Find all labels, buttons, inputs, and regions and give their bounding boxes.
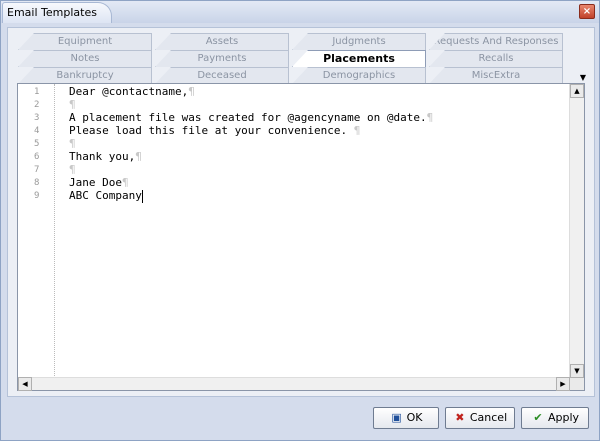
tab-row-1: Equipment Assets Judgments Requests And … <box>18 33 578 50</box>
code-line: ¶ <box>69 98 76 111</box>
line-number: 7 <box>34 165 40 175</box>
tab-requests-and-responses[interactable]: Requests And Responses <box>429 33 563 50</box>
tab-bankruptcy[interactable]: Bankruptcy <box>18 67 152 84</box>
line-number: 9 <box>34 191 40 201</box>
tab-demographics[interactable]: Demographics <box>292 67 426 84</box>
checkmark-icon: ✔ <box>533 411 543 424</box>
code-line: ¶ <box>69 137 76 150</box>
code-line: Thank you,¶ <box>69 150 142 163</box>
apply-button[interactable]: ✔ Apply <box>521 407 589 429</box>
line-number: 1 <box>34 87 40 97</box>
email-templates-window: Email Templates × Equipment Assets Judgm… <box>0 0 600 441</box>
line-number: 2 <box>34 100 40 110</box>
scrollbar-corner <box>570 378 584 390</box>
line-number: 5 <box>34 139 40 149</box>
tab-payments[interactable]: Payments <box>155 50 289 67</box>
template-editor[interactable]: 1 2 3 4 5 6 7 8 9 Dear @contactname,¶ ¶ … <box>17 83 585 391</box>
tab-row-2: Notes Payments Placements Recalls <box>18 50 578 67</box>
save-icon: ▣ <box>391 411 402 424</box>
close-button[interactable]: × <box>579 4 595 19</box>
apply-label: Apply <box>547 411 580 424</box>
tab-deceased[interactable]: Deceased <box>155 67 289 84</box>
cancel-icon: ✖ <box>455 411 465 424</box>
tab-row-3: Bankruptcy Deceased Demographics MiscExt… <box>18 67 578 84</box>
scroll-right-icon[interactable]: ▶ <box>556 377 570 391</box>
scroll-left-icon[interactable]: ◀ <box>18 377 32 391</box>
line-number: 8 <box>34 178 40 188</box>
line-number: 4 <box>34 126 40 136</box>
code-line: ¶ <box>69 163 76 176</box>
tab-notes[interactable]: Notes <box>18 50 152 67</box>
tab-equipment[interactable]: Equipment <box>18 33 152 50</box>
tab-assets[interactable]: Assets <box>155 33 289 50</box>
tab-placements[interactable]: Placements <box>292 50 426 67</box>
horizontal-scrollbar[interactable]: ◀ ▶ <box>18 377 570 391</box>
code-line: Jane Doe¶ <box>69 176 129 189</box>
tab-recalls[interactable]: Recalls <box>429 50 563 67</box>
line-number-gutter: 1 2 3 4 5 6 7 8 9 <box>18 84 55 378</box>
scroll-down-icon[interactable]: ▼ <box>570 364 584 378</box>
window-title: Email Templates <box>2 2 112 23</box>
ok-label: OK <box>406 411 423 424</box>
tab-miscextra[interactable]: MiscExtra <box>429 67 563 84</box>
vertical-scrollbar[interactable]: ▲ ▼ <box>569 84 584 378</box>
cancel-button[interactable]: ✖ Cancel <box>445 407 515 429</box>
tab-judgments[interactable]: Judgments <box>292 33 426 50</box>
ok-button[interactable]: ▣ OK <box>373 407 439 429</box>
line-number: 6 <box>34 152 40 162</box>
code-line: Please load this file at your convenienc… <box>69 124 361 137</box>
title-bar: Email Templates × <box>1 1 599 23</box>
scroll-up-icon[interactable]: ▲ <box>570 84 584 98</box>
line-number: 3 <box>34 113 40 123</box>
cancel-label: Cancel <box>469 411 508 424</box>
code-line: A placement file was created for @agency… <box>69 111 434 124</box>
code-line: ABC Company <box>69 189 143 203</box>
code-line: Dear @contactname,¶ <box>69 85 195 98</box>
text-caret <box>141 189 143 203</box>
